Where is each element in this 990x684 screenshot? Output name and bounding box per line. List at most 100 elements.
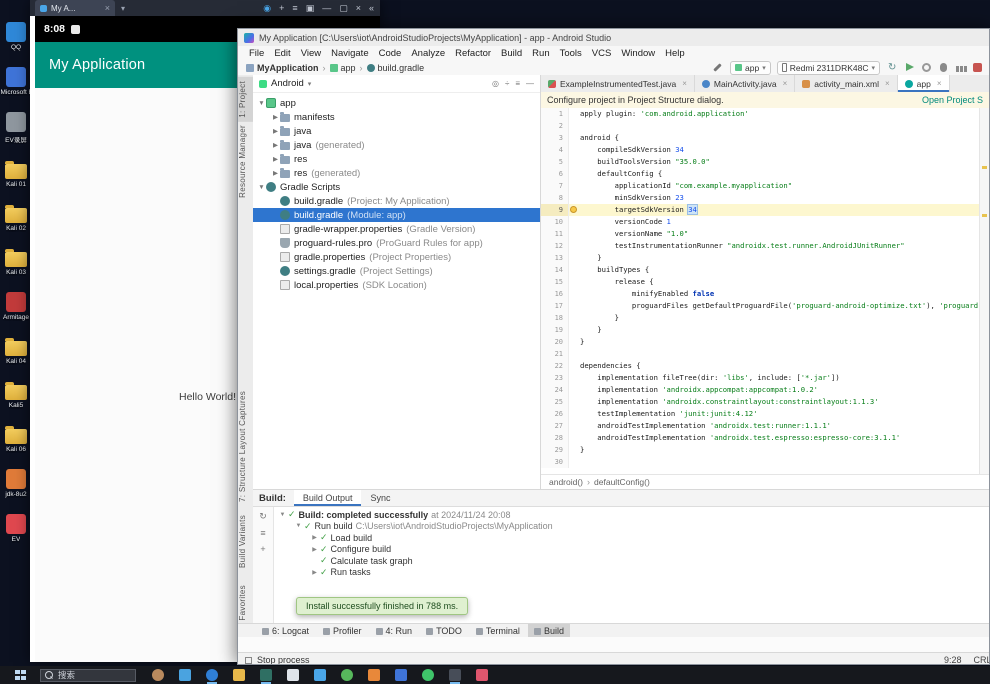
- expand-all-icon[interactable]: +: [260, 544, 265, 554]
- view-options-icon[interactable]: ≡: [515, 79, 520, 88]
- breadcrumb-item-build-gradle[interactable]: build.gradle: [367, 63, 425, 73]
- start-button[interactable]: [15, 670, 26, 681]
- warning-stripe-mark[interactable]: [982, 214, 987, 217]
- run-config-dropdown[interactable]: app ▾: [730, 61, 771, 75]
- taskbar-icon-file-explorer[interactable]: [233, 669, 245, 681]
- taskbar-icon-ide[interactable]: [449, 669, 461, 681]
- build-step-configure-build[interactable]: ▶✓Configure build: [276, 544, 989, 556]
- menu-vcs[interactable]: VCS: [587, 48, 617, 59]
- breadcrumb-item-myapplication[interactable]: MyApplication: [246, 63, 319, 73]
- tool-button-7-structure[interactable]: 7: Structure: [238, 453, 253, 506]
- tree-item-manifests[interactable]: ▶manifests: [253, 110, 540, 124]
- tab-close-icon[interactable]: ×: [937, 79, 942, 88]
- tree-item-build-gradle-project-my-application[interactable]: build.gradle(Project: My Application): [253, 194, 540, 208]
- stop-process-icon[interactable]: [245, 657, 252, 664]
- menu-tools[interactable]: Tools: [555, 48, 587, 59]
- build-step-build-completed-successfully[interactable]: ▼✓Build: completed successfully at 2024/…: [276, 509, 989, 521]
- desktop-icon-folder-kali-05[interactable]: Kali5: [0, 381, 32, 409]
- tree-item-build-gradle-module-app[interactable]: build.gradle(Module: app): [253, 208, 540, 222]
- caret-position[interactable]: 9:28: [944, 655, 962, 665]
- filter-icon[interactable]: ≡: [260, 528, 265, 538]
- menu-view[interactable]: View: [296, 48, 326, 59]
- menu-file[interactable]: File: [244, 48, 269, 59]
- rerun-build-icon[interactable]: ↻: [259, 511, 267, 522]
- tree-item-gradle-properties-project-properties[interactable]: gradle.properties(Project Properties): [253, 250, 540, 264]
- debug-icon[interactable]: [937, 61, 950, 74]
- desktop-icon-edge[interactable]: Microsoft Edge: [0, 67, 32, 96]
- taskbar-icon-sixsix[interactable]: [368, 669, 380, 681]
- collapse-all-icon[interactable]: ÷: [505, 79, 509, 88]
- wrench-icon[interactable]: [711, 61, 724, 74]
- desktop-icon-qq[interactable]: QQ: [0, 22, 32, 51]
- project-view-mode[interactable]: Android: [271, 78, 304, 89]
- tool-window-button-todo[interactable]: TODO: [420, 624, 468, 638]
- tree-item-settings-gradle-project-settings[interactable]: settings.gradle(Project Settings): [253, 264, 540, 278]
- desktop-icon-folder-kali-02[interactable]: Kali 02: [0, 204, 32, 232]
- build-step-run-build[interactable]: ▼✓Run build C:\Users\iot\AndroidStudioPr…: [276, 521, 989, 533]
- studio-title-bar[interactable]: My Application [C:\Users\iot\AndroidStud…: [238, 29, 989, 46]
- tree-item-res-generated[interactable]: ▶res(generated): [253, 166, 540, 180]
- tree-item-java[interactable]: ▶java: [253, 124, 540, 138]
- profiler-icon[interactable]: [954, 61, 967, 74]
- tab-close-icon[interactable]: ×: [682, 79, 687, 88]
- add-tab-icon[interactable]: +: [279, 0, 284, 16]
- chevron-collapsed-icon[interactable]: ▶: [271, 127, 280, 135]
- editor-tab-app[interactable]: app×: [898, 75, 950, 92]
- desktop-icon-armitage[interactable]: Armitage: [0, 292, 32, 321]
- chevron-collapsed-icon[interactable]: ▶: [271, 141, 280, 149]
- chevron-icon[interactable]: ▼: [294, 523, 303, 529]
- line-ending-indicator[interactable]: CRLF: [973, 655, 990, 665]
- taskbar-icon-video-player[interactable]: [395, 669, 407, 681]
- tool-window-button-profiler[interactable]: Profiler: [317, 624, 368, 638]
- menu-build[interactable]: Build: [496, 48, 527, 59]
- tree-item-java-generated[interactable]: ▶java(generated): [253, 138, 540, 152]
- tab-close-icon[interactable]: ×: [885, 79, 890, 88]
- menu-edit[interactable]: Edit: [269, 48, 295, 59]
- chevron-icon[interactable]: ▼: [278, 512, 287, 518]
- taskbar-icon-qq-music[interactable]: [422, 669, 434, 681]
- tool-window-button-4-run[interactable]: 4: Run: [370, 624, 419, 638]
- menu-analyze[interactable]: Analyze: [406, 48, 450, 59]
- taskbar-icon-widget[interactable]: [179, 669, 191, 681]
- tool-window-button-terminal[interactable]: Terminal: [470, 624, 526, 638]
- taskbar-icon-edge-browser[interactable]: [206, 669, 218, 681]
- desktop-icon-folder-kali-04[interactable]: Kali 04: [0, 337, 32, 365]
- desktop-icon-ev-recorder[interactable]: EV录屏: [0, 112, 32, 144]
- menu-code[interactable]: Code: [374, 48, 407, 59]
- taskbar-icon-mail[interactable]: [287, 669, 299, 681]
- chevron-icon[interactable]: ▶: [310, 534, 319, 541]
- editor-tab-exampleinstrumentedtest-java[interactable]: ExampleInstrumentedTest.java×: [541, 75, 695, 92]
- tab-close-icon[interactable]: ×: [105, 3, 110, 13]
- breadcrumb-item-app[interactable]: app: [330, 63, 356, 73]
- tool-button-build-variants[interactable]: Build Variants: [238, 511, 253, 572]
- code-editor[interactable]: 1apply plugin: 'com.android.application'…: [541, 108, 980, 475]
- menu-run[interactable]: Run: [527, 48, 554, 59]
- chevron-collapsed-icon[interactable]: ▶: [271, 113, 280, 121]
- sync-icon[interactable]: [886, 61, 899, 74]
- taskbar-icon-qq[interactable]: [314, 669, 326, 681]
- tree-item-proguard-rules-pro-proguard-rules-for-app[interactable]: proguard-rules.pro(ProGuard Rules for ap…: [253, 236, 540, 250]
- tree-item-res[interactable]: ▶res: [253, 152, 540, 166]
- tool-button-resource-manager[interactable]: Resource Manager: [238, 121, 253, 202]
- tree-item-gradle-scripts[interactable]: ▼Gradle Scripts: [253, 180, 540, 194]
- hide-panel-icon[interactable]: —: [526, 79, 534, 88]
- intention-bulb-icon[interactable]: [570, 206, 577, 213]
- taskbar-icon-pink-app[interactable]: [476, 669, 488, 681]
- build-step-run-tasks[interactable]: ▶✓Run tasks: [276, 567, 989, 579]
- tool-window-button-6-logcat[interactable]: 6: Logcat: [256, 624, 315, 638]
- menu-refactor[interactable]: Refactor: [450, 48, 496, 59]
- menu-help[interactable]: Help: [660, 48, 690, 59]
- tree-item-app[interactable]: ▼app: [253, 96, 540, 110]
- editor-tab-activity-main-xml[interactable]: activity_main.xml×: [795, 75, 897, 92]
- editor-tab-mainactivity-java[interactable]: MainActivity.java×: [695, 75, 795, 92]
- build-tab-build-output[interactable]: Build Output: [294, 490, 362, 506]
- tree-item-gradle-wrapper-properties-gradle-version[interactable]: gradle-wrapper.properties(Gradle Version…: [253, 222, 540, 236]
- chevron-expanded-icon[interactable]: ▼: [257, 100, 266, 107]
- tab-close-icon[interactable]: ×: [783, 79, 788, 88]
- desktop-icon-folder-kali-03[interactable]: Kali 03: [0, 248, 32, 276]
- tree-item-local-properties-sdk-location[interactable]: local.properties(SDK Location): [253, 278, 540, 292]
- popout-icon[interactable]: ▣: [306, 0, 315, 16]
- editor-scrollbar[interactable]: [979, 108, 989, 475]
- warning-stripe-mark[interactable]: [982, 166, 987, 169]
- maximize-icon[interactable]: ▢: [339, 0, 348, 16]
